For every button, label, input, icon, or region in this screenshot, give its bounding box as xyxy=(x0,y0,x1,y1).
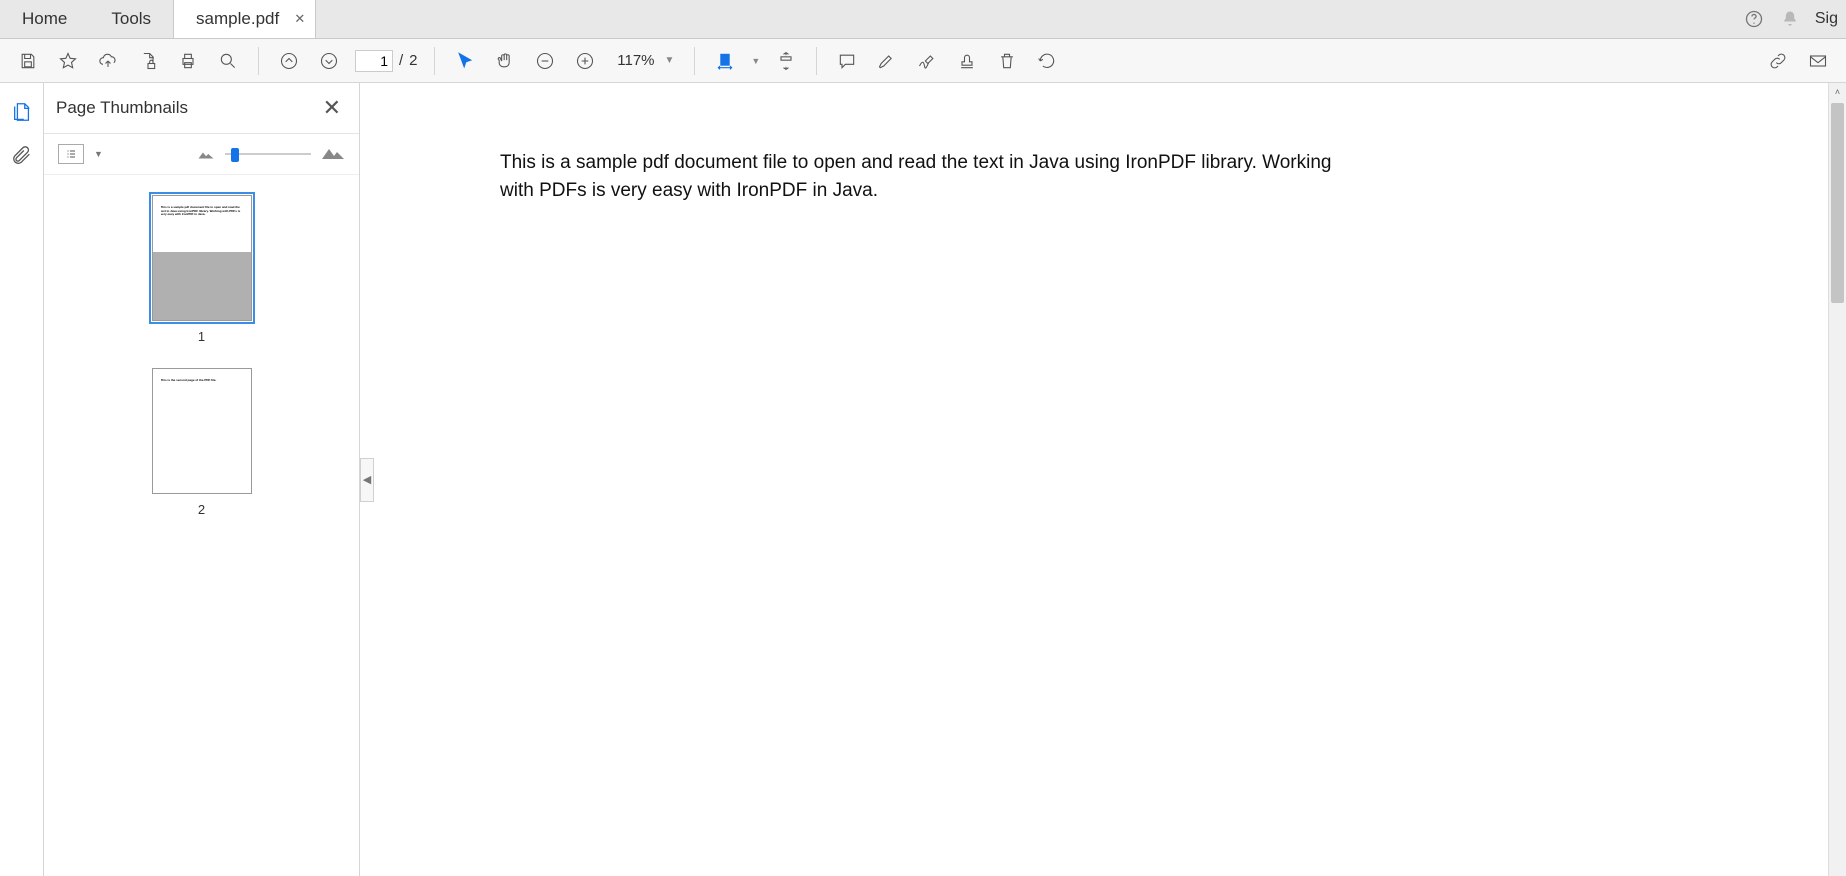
scrollbar-thumb[interactable] xyxy=(1831,103,1844,303)
file-lock-icon[interactable] xyxy=(130,43,166,79)
tab-tools[interactable]: Tools xyxy=(89,0,173,38)
delete-icon[interactable] xyxy=(989,43,1025,79)
stamp-icon[interactable] xyxy=(949,43,985,79)
comment-icon[interactable] xyxy=(829,43,865,79)
page-down-icon[interactable] xyxy=(311,43,347,79)
upload-cloud-icon[interactable] xyxy=(90,43,126,79)
main-toolbar: / 2 117% ▼ ▼ xyxy=(0,39,1846,83)
fit-width-icon[interactable] xyxy=(707,43,743,79)
attachments-panel-icon[interactable] xyxy=(9,143,35,169)
help-icon[interactable] xyxy=(1743,8,1765,30)
share-link-icon[interactable] xyxy=(1760,43,1796,79)
notifications-icon[interactable] xyxy=(1779,8,1801,30)
thumbnail-page-1[interactable]: This is a sample pdf document file to op… xyxy=(152,195,252,344)
document-body-text: This is a sample pdf document file to op… xyxy=(360,83,1390,204)
zoom-level-box: 117% ▼ xyxy=(611,51,679,70)
main-area: Page Thumbnails ✕ ▼ This is a sample pdf… xyxy=(0,83,1846,876)
page-number-box: / 2 xyxy=(355,50,418,72)
scroll-up-icon[interactable]: ˄ xyxy=(1829,83,1846,101)
thumbnail-list: This is a sample pdf document file to op… xyxy=(44,175,359,876)
star-icon[interactable] xyxy=(50,43,86,79)
zoom-dropdown-icon[interactable]: ▼ xyxy=(661,51,679,70)
thumbnail-page-2[interactable]: This is the second page of the PDF file.… xyxy=(152,368,252,517)
thumbnail-preview-text: This is a sample pdf document file to op… xyxy=(161,206,243,217)
toolbar-separator xyxy=(434,47,435,75)
thumbnails-panel: Page Thumbnails ✕ ▼ This is a sample pdf… xyxy=(44,83,360,876)
thumbnail-page-number: 1 xyxy=(198,329,205,344)
thumbnail-size-small-icon[interactable] xyxy=(197,146,215,162)
save-icon[interactable] xyxy=(10,43,46,79)
search-icon[interactable] xyxy=(210,43,246,79)
scroll-mode-icon[interactable] xyxy=(768,43,804,79)
thumbnails-panel-icon[interactable] xyxy=(9,99,35,125)
print-icon[interactable] xyxy=(170,43,206,79)
fit-dropdown-icon[interactable]: ▼ xyxy=(747,52,764,70)
left-rail xyxy=(0,83,44,876)
toolbar-separator xyxy=(258,47,259,75)
hand-tool-icon[interactable] xyxy=(487,43,523,79)
thumbnail-size-slider[interactable] xyxy=(225,148,311,160)
app-tabbar: Home Tools sample.pdf ✕ Sig xyxy=(0,0,1846,39)
collapse-panel-handle[interactable]: ◀ xyxy=(360,458,374,502)
thumbnail-preview-text: This is the second page of the PDF file. xyxy=(161,379,243,383)
tab-home[interactable]: Home xyxy=(0,0,89,38)
highlight-icon[interactable] xyxy=(869,43,905,79)
sign-in-label[interactable]: Sig xyxy=(1815,8,1838,30)
toolbar-separator xyxy=(816,47,817,75)
thumbnail-options-dropdown-icon[interactable]: ▼ xyxy=(94,149,103,159)
vertical-scrollbar[interactable]: ˄ xyxy=(1828,83,1846,876)
tab-document-label: sample.pdf xyxy=(196,9,279,29)
rotate-icon[interactable] xyxy=(1029,43,1065,79)
selection-tool-icon[interactable] xyxy=(447,43,483,79)
sign-icon[interactable] xyxy=(909,43,945,79)
thumbnail-size-large-icon[interactable] xyxy=(321,146,345,162)
document-viewport[interactable]: ◀ This is a sample pdf document file to … xyxy=(360,83,1846,876)
page-number-input[interactable] xyxy=(355,50,393,72)
thumbnails-panel-title: Page Thumbnails xyxy=(56,98,188,118)
zoom-in-icon[interactable] xyxy=(567,43,603,79)
page-total: 2 xyxy=(409,52,417,69)
page-separator: / xyxy=(399,52,403,69)
zoom-out-icon[interactable] xyxy=(527,43,563,79)
toolbar-separator xyxy=(694,47,695,75)
thumbnail-page-number: 2 xyxy=(198,502,205,517)
page-up-icon[interactable] xyxy=(271,43,307,79)
close-tab-icon[interactable]: ✕ xyxy=(294,11,305,27)
tab-document[interactable]: sample.pdf ✕ xyxy=(173,0,316,38)
thumbnail-options-icon[interactable] xyxy=(58,144,84,164)
email-icon[interactable] xyxy=(1800,43,1836,79)
close-panel-icon[interactable]: ✕ xyxy=(317,93,347,123)
zoom-value: 117% xyxy=(611,52,655,69)
